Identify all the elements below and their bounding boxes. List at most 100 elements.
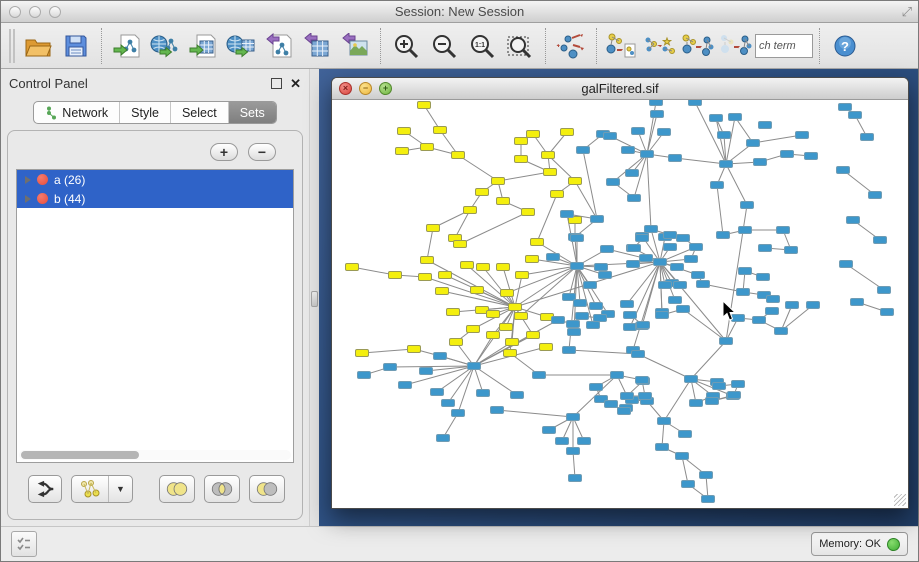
graph-node[interactable] (624, 324, 637, 331)
graph-node[interactable] (685, 376, 698, 383)
graph-node[interactable] (632, 128, 645, 135)
graph-node[interactable] (431, 389, 444, 396)
graph-node[interactable] (717, 232, 730, 239)
graph-edge[interactable] (717, 185, 723, 235)
graph-node[interactable] (689, 100, 702, 106)
list-item-set-b[interactable]: b (44) (17, 189, 293, 208)
graph-node[interactable] (628, 195, 641, 202)
graph-node[interactable] (766, 308, 779, 315)
graph-edge[interactable] (726, 117, 735, 164)
graph-node[interactable] (561, 129, 574, 136)
graph-node[interactable] (685, 256, 698, 263)
graph-node[interactable] (556, 438, 569, 445)
graph-node[interactable] (396, 148, 409, 155)
clone-network-button[interactable] (641, 27, 679, 65)
graph-node[interactable] (645, 226, 658, 233)
graph-node[interactable] (676, 453, 689, 460)
graph-node[interactable] (506, 339, 519, 346)
graph-node[interactable] (492, 178, 505, 185)
graph-node[interactable] (605, 401, 618, 408)
graph-node[interactable] (861, 134, 874, 141)
graph-node[interactable] (526, 256, 539, 263)
graph-node[interactable] (464, 207, 477, 214)
graph-node[interactable] (595, 264, 608, 271)
graph-node[interactable] (677, 235, 690, 242)
tab-select[interactable]: Select (171, 102, 229, 123)
show-hide-selection-button[interactable] (717, 27, 755, 65)
graph-node[interactable] (874, 237, 887, 244)
graph-node[interactable] (561, 211, 574, 218)
graph-node[interactable] (515, 156, 528, 163)
export-image-button[interactable] (336, 27, 374, 65)
graph-node[interactable] (399, 382, 412, 389)
graph-node[interactable] (544, 169, 557, 176)
import-table-url-button[interactable] (222, 27, 260, 65)
graph-edge[interactable] (691, 341, 726, 379)
create-set-from-network-button[interactable]: ▼ (71, 475, 133, 503)
graph-node[interactable] (878, 287, 891, 294)
graph-node[interactable] (439, 272, 452, 279)
graph-node[interactable] (522, 209, 535, 216)
graph-node[interactable] (590, 384, 603, 391)
graph-node[interactable] (356, 350, 369, 357)
graph-node[interactable] (677, 306, 690, 313)
graph-node[interactable] (563, 294, 576, 301)
graph-node[interactable] (637, 322, 650, 329)
new-network-from-selection-button[interactable] (603, 27, 641, 65)
graph-node[interactable] (487, 332, 500, 339)
zoom-out-button[interactable] (425, 27, 463, 65)
graph-node[interactable] (654, 259, 667, 266)
graph-node[interactable] (718, 132, 731, 139)
graph-node[interactable] (732, 315, 745, 322)
graph-edge[interactable] (647, 102, 656, 154)
graph-edge[interactable] (405, 366, 474, 385)
graph-node[interactable] (427, 225, 440, 232)
graph-node[interactable] (786, 302, 799, 309)
graph-edge[interactable] (427, 228, 433, 260)
split-sets-button[interactable] (28, 475, 62, 503)
graph-node[interactable] (674, 282, 687, 289)
graph-node[interactable] (601, 246, 614, 253)
graph-node[interactable] (384, 364, 397, 371)
graph-node[interactable] (656, 444, 669, 451)
intersection-sets-button[interactable] (204, 475, 240, 503)
graph-node[interactable] (739, 268, 752, 275)
remove-set-button[interactable]: − (248, 143, 276, 161)
graph-node[interactable] (729, 114, 742, 121)
toolbar-grip[interactable] (9, 29, 15, 63)
graph-node[interactable] (618, 408, 631, 415)
graph-edge[interactable] (726, 164, 747, 205)
graph-node[interactable] (720, 338, 733, 345)
graph-node[interactable] (682, 481, 695, 488)
graph-edge[interactable] (362, 349, 414, 353)
list-item-set-a[interactable]: a (26) (17, 170, 293, 189)
graph-node[interactable] (669, 297, 682, 304)
graph-node[interactable] (767, 296, 780, 303)
add-set-button[interactable]: + (210, 143, 238, 161)
graph-node[interactable] (805, 153, 818, 160)
graph-edge[interactable] (515, 275, 522, 307)
graph-node[interactable] (389, 272, 402, 279)
graph-node[interactable] (590, 303, 603, 310)
graph-node[interactable] (641, 151, 654, 158)
graph-node[interactable] (692, 272, 705, 279)
graph-node[interactable] (452, 152, 465, 159)
close-panel-button[interactable]: ✕ (290, 77, 301, 90)
graph-edge[interactable] (460, 212, 528, 244)
graph-node[interactable] (567, 414, 580, 421)
graph-node[interactable] (785, 247, 798, 254)
graph-node[interactable] (710, 115, 723, 122)
graph-node[interactable] (713, 383, 726, 390)
graph-edge[interactable] (633, 262, 660, 350)
graph-node[interactable] (531, 239, 544, 246)
graph-node[interactable] (759, 122, 772, 129)
graph-node[interactable] (578, 438, 591, 445)
graph-node[interactable] (418, 102, 431, 109)
graph-node[interactable] (452, 410, 465, 417)
graph-node[interactable] (437, 435, 450, 442)
graph-node[interactable] (551, 191, 564, 198)
graph-node[interactable] (509, 304, 522, 311)
graph-node[interactable] (491, 407, 504, 414)
graph-node[interactable] (739, 227, 752, 234)
import-network-url-button[interactable] (146, 27, 184, 65)
